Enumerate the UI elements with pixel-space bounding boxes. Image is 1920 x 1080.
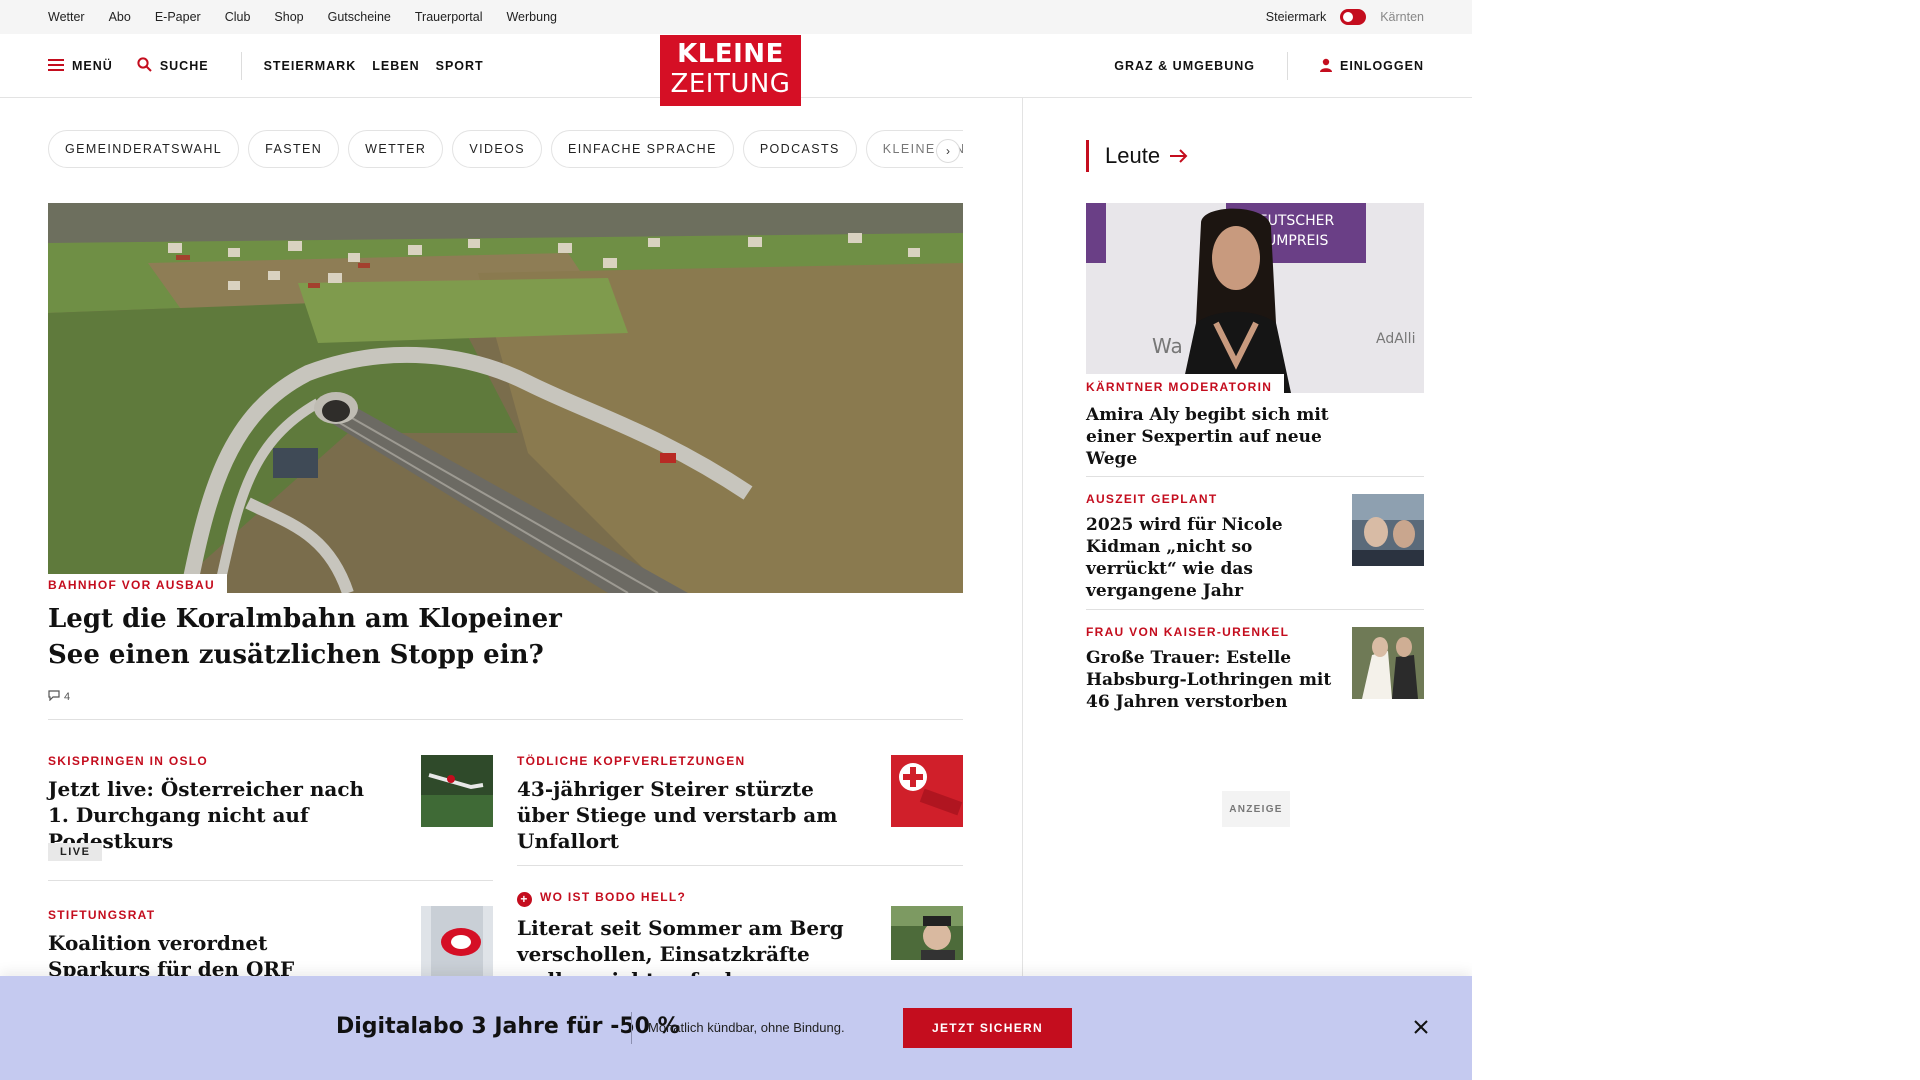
sidebar-lead-image[interactable]: DEUTSCHER FUMPREIS AdAlli Wa	[1086, 203, 1424, 393]
plus-icon: +	[517, 891, 532, 907]
section-heading[interactable]: Leute	[1086, 140, 1188, 172]
divider	[517, 865, 963, 866]
topic-pills: GEMEINDERATSWAHL FASTEN WETTER VIDEOS EI…	[48, 130, 963, 170]
region-steiermark[interactable]: Steiermark	[1266, 10, 1326, 24]
teaser-thumbnail[interactable]	[421, 755, 493, 827]
teaser-kicker-row: + WO IST BODO HELL?	[517, 890, 847, 907]
header-divider	[240, 52, 242, 80]
util-link-wetter[interactable]: Wetter	[48, 10, 85, 24]
sidebar-item-kidman[interactable]: AUSZEIT GEPLANT 2025 wird für Nicole Kid…	[1086, 492, 1336, 602]
teaser-kicker: WO IST BODO HELL?	[540, 890, 687, 904]
header-divider-right	[1286, 52, 1288, 80]
banner-title: Digitalabo 3 Jahre für -50 %	[336, 1014, 680, 1039]
main-header: MENÜ SUCHE STEIERMARK LEBEN SPORT KLEINE…	[0, 34, 1472, 106]
sidebar-thumbnail[interactable]	[1352, 627, 1424, 699]
logo-line1: KLEINE	[677, 39, 784, 69]
comment-icon	[48, 690, 60, 704]
blank-gutter	[1472, 0, 1920, 1080]
topic-pill[interactable]: EINFACHE SPRACHE	[550, 130, 734, 168]
teaser-skispringen[interactable]: SKISPRINGEN IN OSLO Jetzt live: Österrei…	[48, 754, 388, 854]
logo-line2: ZEITUNG	[670, 69, 791, 99]
teaser-kicker: TÖDLICHE KOPFVERLETZUNGEN	[517, 754, 746, 768]
sidebar-thumbnail[interactable]	[1352, 494, 1424, 566]
region-switch: Steiermark Kärnten	[1266, 0, 1424, 34]
site: Wetter Abo E-Paper Club Shop Gutscheine …	[0, 0, 1472, 1080]
header-left: MENÜ SUCHE STEIERMARK LEBEN SPORT	[48, 34, 500, 98]
util-link-epaper[interactable]: E-Paper	[155, 10, 201, 24]
nav-steiermark[interactable]: STEIERMARK	[264, 59, 357, 73]
close-icon[interactable]	[1410, 1016, 1432, 1038]
teaser-kopfverletzungen[interactable]: TÖDLICHE KOPFVERLETZUNGEN 43-jähriger St…	[517, 754, 867, 854]
sidebar-title: 2025 wird für Nicole Kidman „nicht so ve…	[1086, 515, 1283, 601]
util-link-trauerportal[interactable]: Trauerportal	[415, 10, 483, 24]
divider	[1086, 609, 1424, 610]
topic-pill[interactable]: WETTER	[348, 130, 444, 168]
comment-count-value: 4	[64, 691, 71, 703]
banner-divider	[631, 1012, 632, 1044]
hamburger-icon	[48, 58, 64, 74]
hero-image[interactable]	[48, 203, 963, 593]
sidebar-title[interactable]: Amira Aly begibt sich mit einer Sexperti…	[1086, 404, 1366, 470]
region-toggle[interactable]	[1340, 9, 1367, 25]
subscription-banner: Digitalabo 3 Jahre für -50 % Monatlich k…	[0, 976, 1472, 1080]
divider	[1086, 476, 1424, 477]
teaser-title: 43-jähriger Steirer stürzte über Stiege …	[517, 777, 838, 853]
user-icon	[1319, 58, 1332, 75]
image-text: Wa	[1152, 334, 1183, 358]
nav-leben[interactable]: LEBEN	[372, 59, 419, 73]
nav-sport[interactable]: SPORT	[436, 59, 484, 73]
banner-subtitle: Monatlich kündbar, ohne Bindung.	[648, 1020, 845, 1035]
teaser-kicker: SKISPRINGEN IN OSLO	[48, 754, 209, 768]
divider	[48, 719, 963, 720]
util-link-shop[interactable]: Shop	[274, 10, 303, 24]
hero-kicker: BAHNHOF VOR AUSBAU	[48, 574, 227, 594]
teaser-thumbnail[interactable]	[891, 755, 963, 827]
login-label: EINLOGGEN	[1339, 59, 1424, 73]
sidebar-title: Große Trauer: Estelle Habsburg-Lothringe…	[1086, 648, 1332, 712]
arrow-right-icon	[1170, 143, 1188, 169]
utility-links: Wetter Abo E-Paper Club Shop Gutscheine …	[48, 0, 581, 34]
search-icon	[137, 57, 152, 75]
image-text: AdAlli	[1376, 331, 1415, 347]
chevron-right-icon[interactable]: ›	[936, 139, 960, 163]
comment-count[interactable]: 4	[48, 690, 70, 704]
sidebar-kicker: KÄRNTNER MODERATORIN	[1086, 374, 1285, 397]
hero-title[interactable]: Legt die Koralmbahn am Klopeiner See ein…	[48, 601, 568, 673]
util-link-abo[interactable]: Abo	[109, 10, 131, 24]
utility-bar: Wetter Abo E-Paper Club Shop Gutscheine …	[0, 0, 1472, 34]
divider	[48, 880, 493, 881]
sidebar-kicker: FRAU VON KAISER-URENKEL	[1086, 625, 1290, 639]
header-right: GRAZ & UMGEBUNG EINLOGGEN	[1114, 34, 1424, 98]
live-badge: LIVE	[48, 843, 103, 861]
topic-pill[interactable]: GEMEINDERATSWAHL	[48, 130, 240, 168]
local-edition-link[interactable]: GRAZ & UMGEBUNG	[1114, 59, 1255, 73]
sidebar-kicker: AUSZEIT GEPLANT	[1086, 492, 1218, 506]
topic-pill[interactable]: FASTEN	[248, 130, 340, 168]
column-divider	[1022, 98, 1023, 998]
subscribe-button[interactable]: JETZT SICHERN	[903, 1008, 1072, 1048]
teaser-stiftungsrat[interactable]: STIFTUNGSRAT Koalition verordnet Sparkur…	[48, 908, 328, 982]
menu-button[interactable]: MENÜ	[48, 58, 113, 74]
login-button[interactable]: EINLOGGEN	[1319, 58, 1424, 75]
search-label: SUCHE	[159, 59, 209, 73]
teaser-kicker: STIFTUNGSRAT	[48, 908, 156, 922]
region-kaernten[interactable]: Kärnten	[1380, 10, 1424, 24]
util-link-gutscheine[interactable]: Gutscheine	[328, 10, 391, 24]
menu-label: MENÜ	[72, 59, 113, 73]
search-button[interactable]: SUCHE	[137, 57, 209, 75]
section-title: Leute	[1105, 143, 1161, 168]
util-link-club[interactable]: Club	[225, 10, 251, 24]
teaser-title: Koalition verordnet Sparkurs für den ORF	[48, 931, 295, 981]
teaser-thumbnail[interactable]	[891, 906, 963, 960]
teaser-thumbnail[interactable]	[421, 906, 493, 978]
topic-pill[interactable]: VIDEOS	[452, 130, 542, 168]
ad-label: ANZEIGE	[1222, 791, 1290, 827]
topic-pill[interactable]: PODCASTS	[742, 130, 857, 168]
util-link-werbung[interactable]: Werbung	[506, 10, 557, 24]
sidebar-item-habsburg[interactable]: FRAU VON KAISER-URENKEL Große Trauer: Es…	[1086, 625, 1336, 713]
page: Wetter Abo E-Paper Club Shop Gutscheine …	[0, 0, 1920, 1080]
site-logo[interactable]: KLEINE ZEITUNG	[660, 35, 801, 106]
